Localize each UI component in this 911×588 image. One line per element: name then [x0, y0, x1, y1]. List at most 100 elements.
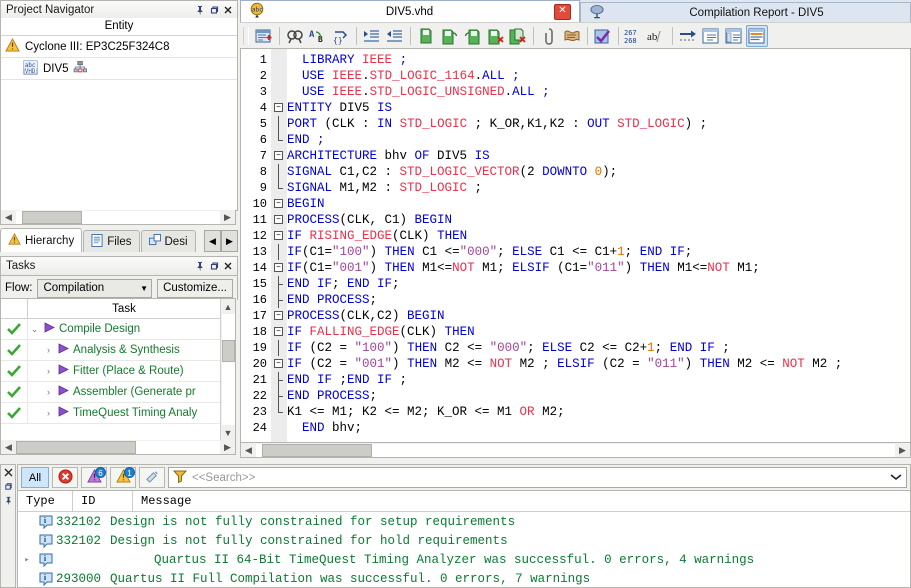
message-row[interactable]: ▸ i Quartus II 64-Bit TimeQuest Timing A…: [18, 550, 910, 569]
vscroll-thumb[interactable]: [221, 340, 235, 362]
code-line[interactable]: IF FALLING_EDGE(CLK) THEN: [287, 324, 910, 340]
vscroll-track[interactable]: [221, 314, 235, 425]
task-row[interactable]: › Assembler (Generate pr: [1, 382, 220, 403]
pin-icon[interactable]: [4, 496, 13, 507]
bookmark-icon[interactable]: [538, 25, 560, 47]
show-panel-bottom-icon[interactable]: [746, 25, 768, 47]
customize-button[interactable]: Customize...: [157, 278, 233, 298]
remove-comment-icon[interactable]: [484, 25, 506, 47]
code-line[interactable]: IF(C1="100") THEN C1 <="000"; ELSE C1 <=…: [287, 244, 910, 260]
filter-all-button[interactable]: All: [21, 467, 49, 488]
code-line[interactable]: USE IEEE.STD_LOGIC_UNSIGNED.ALL ;: [287, 84, 910, 100]
fold-toggle-icon[interactable]: −: [274, 199, 283, 208]
pin-icon[interactable]: [193, 259, 207, 273]
task-play-icon[interactable]: [58, 364, 70, 378]
comment-icon[interactable]: [415, 25, 437, 47]
tab-scroll-right-icon[interactable]: ▶: [221, 230, 238, 252]
code-line[interactable]: USE IEEE.STD_LOGIC_1164.ALL ;: [287, 68, 910, 84]
fold-toggle-icon[interactable]: −: [274, 231, 283, 240]
close-icon[interactable]: [221, 259, 235, 273]
hscroll-track[interactable]: [16, 440, 220, 454]
hscroll-track[interactable]: [16, 210, 220, 224]
fold-toggle-icon[interactable]: −: [274, 327, 283, 336]
close-icon[interactable]: [4, 468, 13, 479]
fold-toggle-icon[interactable]: −: [274, 311, 283, 320]
task-expander-icon[interactable]: ⌄: [28, 324, 41, 335]
scroll-left-icon[interactable]: ◀: [1, 441, 16, 454]
tasks-hscrollbar[interactable]: ◀ ▶: [0, 440, 236, 455]
restore-icon[interactable]: [207, 259, 221, 273]
check-syntax-icon[interactable]: [592, 25, 614, 47]
code-line[interactable]: IF (C2 = "100") THEN C2 <= "000"; ELSE C…: [287, 340, 910, 356]
fold-toggle-icon[interactable]: −: [274, 359, 283, 368]
close-icon[interactable]: [221, 3, 235, 17]
scroll-down-icon[interactable]: ▼: [222, 425, 235, 440]
pin-icon[interactable]: [193, 3, 207, 17]
scroll-right-icon[interactable]: ▶: [220, 211, 235, 224]
fold-toggle-icon[interactable]: −: [274, 215, 283, 224]
task-row[interactable]: › Analysis & Synthesis: [1, 340, 220, 361]
scroll-left-icon[interactable]: ◀: [1, 211, 16, 224]
task-play-icon[interactable]: [58, 343, 70, 357]
parse-icon[interactable]: [561, 25, 583, 47]
code-lines[interactable]: LIBRARY IEEE ; USE IEEE.STD_LOGIC_1164.A…: [287, 52, 910, 436]
tab-hierarchy[interactable]: Hierarchy: [0, 228, 83, 252]
scroll-right-icon[interactable]: ▶: [895, 444, 910, 457]
hscroll-track[interactable]: [256, 443, 895, 457]
warning-filter-button[interactable]: 1: [110, 467, 136, 488]
task-expander-icon[interactable]: ›: [42, 408, 55, 418]
hscroll-thumb[interactable]: [262, 443, 372, 457]
fold-toggle-icon[interactable]: −: [274, 151, 283, 160]
scroll-left-icon[interactable]: ◀: [241, 444, 256, 457]
device-row[interactable]: Cyclone III: EP3C25F324C8: [1, 36, 237, 58]
scroll-right-icon[interactable]: ▶: [220, 441, 235, 454]
show-panel-right-icon[interactable]: [723, 25, 745, 47]
toolbar-grip[interactable]: [243, 27, 249, 45]
code-hscrollbar[interactable]: ◀ ▶: [240, 443, 911, 458]
editor-tab-div5-vhd[interactable]: abc DIV5.vhd ✕: [240, 0, 580, 22]
code-line[interactable]: LIBRARY IEEE ;: [287, 52, 910, 68]
code-line[interactable]: PROCESS(CLK, C1) BEGIN: [287, 212, 910, 228]
task-play-icon[interactable]: [58, 406, 70, 420]
code-line[interactable]: SIGNAL C1,C2 : STD_LOGIC_VECTOR(2 DOWNTO…: [287, 164, 910, 180]
fold-toggle-icon[interactable]: −: [274, 103, 283, 112]
code-line[interactable]: BEGIN: [287, 196, 910, 212]
task-row[interactable]: › TimeQuest Timing Analy: [1, 403, 220, 424]
code-line[interactable]: END IF ;END IF ;: [287, 372, 910, 388]
task-expander-icon[interactable]: ›: [42, 345, 55, 355]
message-expander-icon[interactable]: ▸: [18, 555, 36, 565]
message-row[interactable]: i 332102 Design is not fully constrained…: [18, 512, 910, 531]
code-line[interactable]: ARCHITECTURE bhv OF DIV5 IS: [287, 148, 910, 164]
info-filter-button[interactable]: [139, 467, 165, 488]
code-editor[interactable]: LIBRARY IEEE ; USE IEEE.STD_LOGIC_1164.A…: [240, 48, 911, 443]
task-row[interactable]: › Fitter (Place & Route): [1, 361, 220, 382]
task-play-icon[interactable]: [58, 385, 70, 399]
tab-files[interactable]: Files: [83, 230, 140, 252]
task-expander-icon[interactable]: ›: [42, 387, 55, 397]
remove-all-comments-icon[interactable]: [507, 25, 529, 47]
replace-icon[interactable]: AB: [307, 25, 329, 47]
code-line[interactable]: PORT (CLK : IN STD_LOGIC ; K_OR,K1,K2 : …: [287, 116, 910, 132]
code-line[interactable]: END PROCESS;: [287, 388, 910, 404]
task-row[interactable]: ⌄ Compile Design: [1, 319, 220, 340]
uncomment-icon[interactable]: [438, 25, 460, 47]
code-line[interactable]: ENTITY DIV5 IS: [287, 100, 910, 116]
code-line[interactable]: END IF; END IF;: [287, 276, 910, 292]
scroll-up-icon[interactable]: ▲: [222, 299, 235, 314]
increase-indent-icon[interactable]: [361, 25, 383, 47]
hscroll-thumb[interactable]: [22, 210, 82, 224]
tab-scroll-left-icon[interactable]: ◀: [204, 230, 221, 252]
restore-icon[interactable]: [4, 482, 13, 493]
tasks-vscrollbar[interactable]: ▲ ▼: [220, 299, 235, 440]
code-line[interactable]: IF RISING_EDGE(CLK) THEN: [287, 228, 910, 244]
fold-toggle-icon[interactable]: −: [274, 263, 283, 272]
code-line[interactable]: END ;: [287, 132, 910, 148]
code-line[interactable]: END PROCESS;: [287, 292, 910, 308]
code-line[interactable]: SIGNAL M1,M2 : STD_LOGIC ;: [287, 180, 910, 196]
close-icon[interactable]: ✕: [554, 3, 571, 20]
flow-select[interactable]: Compilation ▼: [37, 278, 153, 298]
hscroll-thumb[interactable]: [16, 440, 136, 454]
message-row[interactable]: i 332102 Design is not fully constrained…: [18, 531, 910, 550]
editor-tab-compilation-report[interactable]: Compilation Report - DIV5: [580, 2, 911, 22]
task-play-icon[interactable]: [44, 322, 56, 336]
